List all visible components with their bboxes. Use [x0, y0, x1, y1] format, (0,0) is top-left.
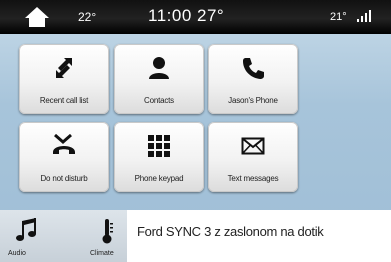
tile-label: Do not disturb [40, 174, 88, 183]
signal-bars-icon [356, 9, 372, 23]
outside-temperature: 22° [78, 10, 97, 24]
climate-button[interactable]: Climate [84, 210, 130, 262]
audio-button[interactable]: Audio [0, 210, 54, 262]
phone-handset-icon [241, 56, 265, 80]
status-bar: 22° 11:00 27° 21° [0, 0, 391, 34]
text-messages-button[interactable]: Text messages [208, 122, 298, 192]
phone-menu-screen: 22° 11:00 27° 21° Recent call list Conta… [0, 0, 391, 262]
phone-keypad-button[interactable]: Phone keypad [114, 122, 204, 192]
contact-person-icon [147, 56, 171, 80]
caption-text: Ford SYNC 3 z zaslonom na dotik [137, 224, 324, 239]
jasons-phone-button[interactable]: Jason's Phone [208, 44, 298, 114]
audio-label: Audio [8, 250, 26, 257]
envelope-icon [241, 134, 265, 158]
tile-label: Text messages [227, 174, 279, 183]
home-icon[interactable] [24, 5, 50, 29]
thermometer-icon [96, 218, 118, 244]
tile-label: Contacts [144, 96, 174, 105]
music-note-icon [16, 218, 38, 244]
climate-label: Climate [90, 250, 114, 257]
cabin-temperature: 21° [330, 11, 347, 23]
recent-calls-icon [52, 56, 76, 80]
tile-label: Phone keypad [134, 174, 184, 183]
photo-caption: Ford SYNC 3 z zaslonom na dotik [127, 210, 391, 262]
recent-call-list-button[interactable]: Recent call list [19, 44, 109, 114]
keypad-icon [147, 134, 171, 158]
tile-label: Jason's Phone [228, 96, 278, 105]
clock: 11:00 27° [148, 6, 225, 25]
tile-label: Recent call list [39, 96, 89, 105]
contacts-button[interactable]: Contacts [114, 44, 204, 114]
do-not-disturb-icon [52, 133, 76, 158]
do-not-disturb-button[interactable]: Do not disturb [19, 122, 109, 192]
